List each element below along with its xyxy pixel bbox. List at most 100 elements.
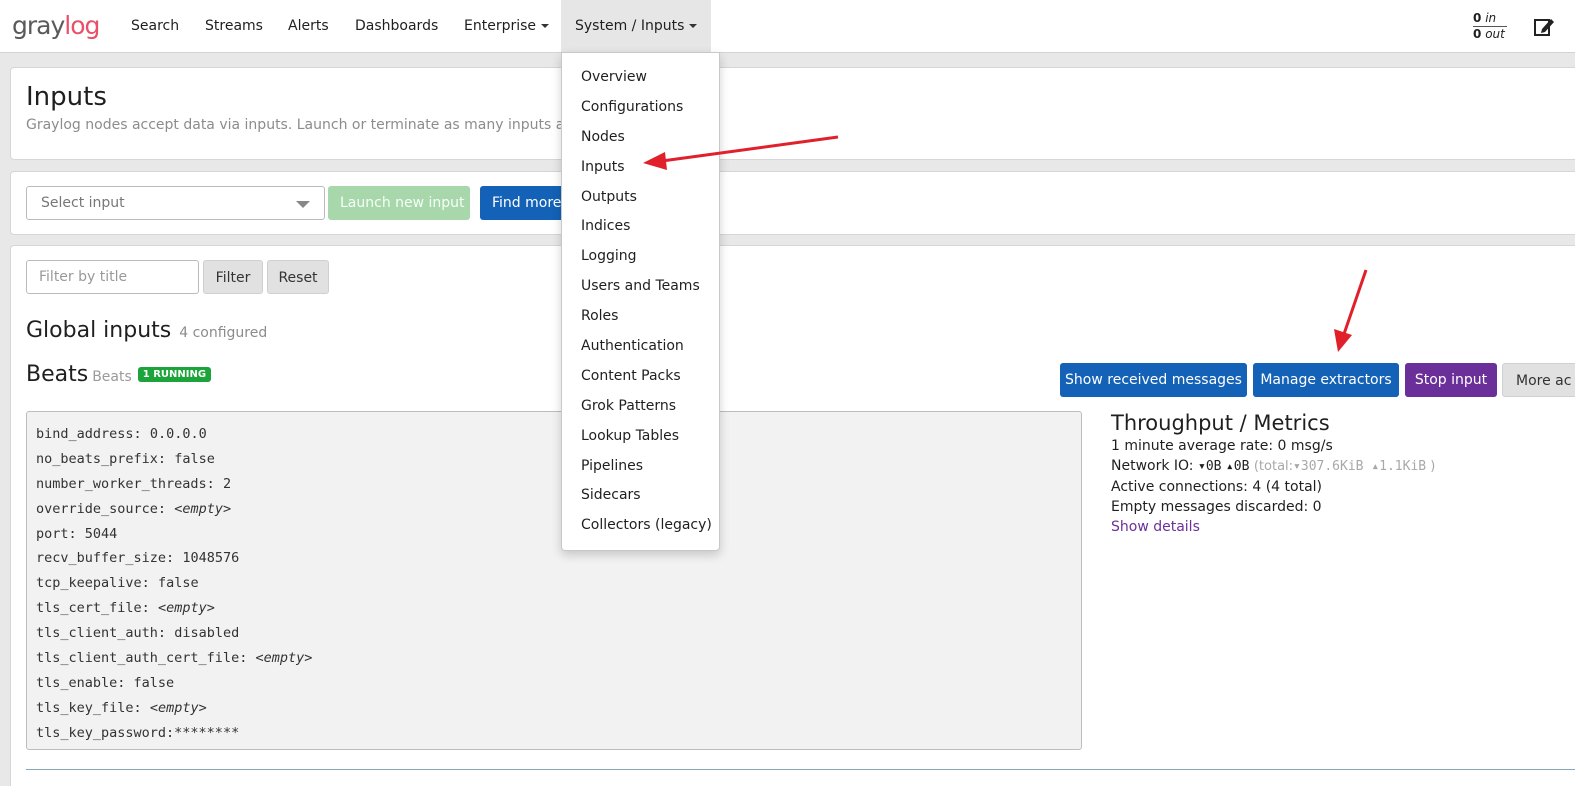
config-line: tcp_keepalive: false — [36, 571, 1072, 596]
nav-system-label: System / Inputs — [575, 18, 685, 34]
system-dropdown-menu: Overview Configurations Nodes Inputs Outputs… — [561, 52, 720, 551]
menu-item-logging[interactable]: Logging — [562, 242, 719, 272]
throughput-in-value: 0 — [1473, 11, 1482, 25]
config-key: tls_enable: — [36, 674, 126, 691]
show-received-messages-button[interactable]: Show received messages — [1060, 363, 1247, 397]
page-header-panel: Inputs Graylog nodes accept data via inp… — [10, 67, 1575, 160]
select-input-dropdown[interactable]: Select input — [26, 186, 325, 220]
config-line: recv_buffer_size: 1048576 — [36, 546, 1072, 571]
config-value: false — [157, 575, 199, 592]
config-value: disabled — [174, 625, 240, 642]
config-line: port: 5044 — [36, 522, 1072, 547]
empty-messages-discarded: Empty messages discarded: 0 — [1111, 499, 1322, 515]
config-value: false — [174, 450, 215, 467]
launch-new-input-button[interactable]: Launch new input — [328, 186, 470, 220]
more-actions-button[interactable]: More ac — [1502, 363, 1575, 397]
menu-item-lookup-tables[interactable]: Lookup Tables — [562, 422, 719, 452]
network-total: (total:▾307.6KiB ▴1.1KiB ) — [1254, 459, 1435, 474]
select-input-placeholder: Select input — [41, 195, 125, 211]
chevron-down-icon — [296, 201, 310, 208]
menu-item-pipelines[interactable]: Pipelines — [562, 452, 719, 482]
config-value: <empty> — [174, 500, 232, 517]
active-connections: Active connections: 4 (4 total) — [1111, 479, 1323, 495]
top-navbar: graylog Search Streams Alerts Dashboards… — [0, 0, 1575, 53]
config-value: 0.0.0.0 — [149, 426, 207, 442]
menu-item-indices[interactable]: Indices — [562, 212, 719, 242]
config-value: <empty> — [255, 650, 313, 667]
filter-button[interactable]: Filter — [203, 260, 263, 294]
menu-item-collectors-legacy[interactable]: Collectors (legacy) — [562, 511, 719, 541]
find-more-inputs-button[interactable]: Find more — [480, 186, 570, 220]
nav-alerts[interactable]: Alerts — [274, 0, 343, 52]
network-io-label: Network IO: — [1111, 458, 1194, 474]
nav-dashboards[interactable]: Dashboards — [341, 0, 452, 52]
network-out: ▴0B — [1225, 459, 1250, 474]
launch-input-panel: Select input Launch new input Find more — [10, 171, 1575, 235]
caret-down-icon — [541, 24, 550, 28]
page-title: Inputs — [26, 82, 107, 112]
stop-input-button[interactable]: Stop input — [1405, 363, 1497, 397]
nav-streams[interactable]: Streams — [191, 0, 277, 52]
graylog-logo[interactable]: graylog — [12, 11, 100, 41]
divider — [26, 769, 1575, 770]
edit-icon[interactable] — [1533, 16, 1555, 38]
menu-item-nodes[interactable]: Nodes — [562, 123, 719, 153]
manage-extractors-button[interactable]: Manage extractors — [1253, 363, 1399, 397]
throughput-in-label: in — [1485, 11, 1497, 25]
nav-system-inputs[interactable]: System / Inputs — [561, 0, 712, 52]
input-name: Beats — [26, 362, 89, 387]
config-line: tls_cert_file: <empty> — [36, 596, 1072, 621]
network-total-out-value: 1.1KiB — [1379, 459, 1427, 474]
nav-enterprise[interactable]: Enterprise — [450, 0, 563, 52]
config-value: ******** — [174, 724, 240, 741]
menu-item-roles[interactable]: Roles — [562, 302, 719, 332]
config-key: tls_key_password: — [36, 724, 175, 741]
status-badge: 1 RUNNING — [137, 367, 212, 382]
throughput-counter[interactable]: 0 in 0 out — [1473, 11, 1507, 41]
inputs-list-panel: Filter by title Filter Reset Global inpu… — [10, 245, 1575, 786]
menu-item-grok-patterns[interactable]: Grok Patterns — [562, 392, 719, 422]
input-config-box: bind_address: 0.0.0.0 no_beats_prefix: fa… — [26, 411, 1082, 750]
throughput-out-value: 0 — [1473, 27, 1482, 41]
config-value: <empty> — [157, 600, 215, 617]
filter-by-title-input[interactable]: Filter by title — [26, 260, 199, 294]
page-description: Graylog nodes accept data via inputs. La… — [26, 117, 618, 133]
global-inputs-title: Global inputs — [26, 318, 172, 343]
network-total-in-value: 307.6KiB — [1300, 459, 1364, 474]
menu-item-inputs[interactable]: Inputs — [562, 153, 719, 183]
reset-button[interactable]: Reset — [267, 260, 329, 294]
avg-rate: 1 minute average rate: 0 msg/s — [1111, 438, 1333, 454]
config-value: <empty> — [149, 699, 207, 716]
config-key: tcp_keepalive: — [36, 575, 150, 592]
throughput-out-label: out — [1485, 27, 1505, 41]
nav-enterprise-label: Enterprise — [464, 18, 537, 34]
network-total-prefix: (total: — [1253, 459, 1294, 474]
menu-item-sidecars[interactable]: Sidecars — [562, 481, 719, 511]
menu-item-content-packs[interactable]: Content Packs — [562, 362, 719, 392]
menu-item-authentication[interactable]: Authentication — [562, 332, 719, 362]
config-key: no_beats_prefix: — [36, 450, 167, 467]
config-key: tls_client_auth_cert_file: — [36, 650, 248, 667]
menu-item-configurations[interactable]: Configurations — [562, 93, 719, 123]
config-key: bind_address: — [36, 426, 142, 442]
config-line: tls_client_auth_cert_file: <empty> — [36, 646, 1072, 671]
logo-text-gray: gray — [12, 11, 65, 40]
config-key: tls_client_auth: — [36, 625, 167, 642]
menu-item-users-and-teams[interactable]: Users and Teams — [562, 272, 719, 302]
config-value: 1048576 — [182, 550, 240, 567]
config-line: tls_enable: false — [36, 671, 1072, 696]
menu-item-outputs[interactable]: Outputs — [562, 183, 719, 213]
config-key: override_source: — [36, 500, 167, 517]
config-line: bind_address: 0.0.0.0 — [36, 422, 1072, 447]
config-key: tls_cert_file: — [36, 600, 150, 617]
show-details-link[interactable]: Show details — [1111, 517, 1571, 537]
config-key: tls_key_file: — [36, 699, 142, 716]
global-inputs-heading: Global inputs 4 configured — [26, 318, 267, 343]
network-out-value: 0B — [1233, 459, 1250, 474]
network-io: Network IO: ▾0B ▴0B (total:▾307.6KiB ▴1.… — [1111, 456, 1571, 477]
nav-search[interactable]: Search — [117, 0, 193, 52]
network-total-in: ▾307.6KiB ▴1.1KiB — [1293, 459, 1427, 474]
menu-item-overview[interactable]: Overview — [562, 63, 719, 93]
config-line: number_worker_threads: 2 — [36, 472, 1072, 497]
throughput-in: 0 in — [1473, 11, 1507, 27]
